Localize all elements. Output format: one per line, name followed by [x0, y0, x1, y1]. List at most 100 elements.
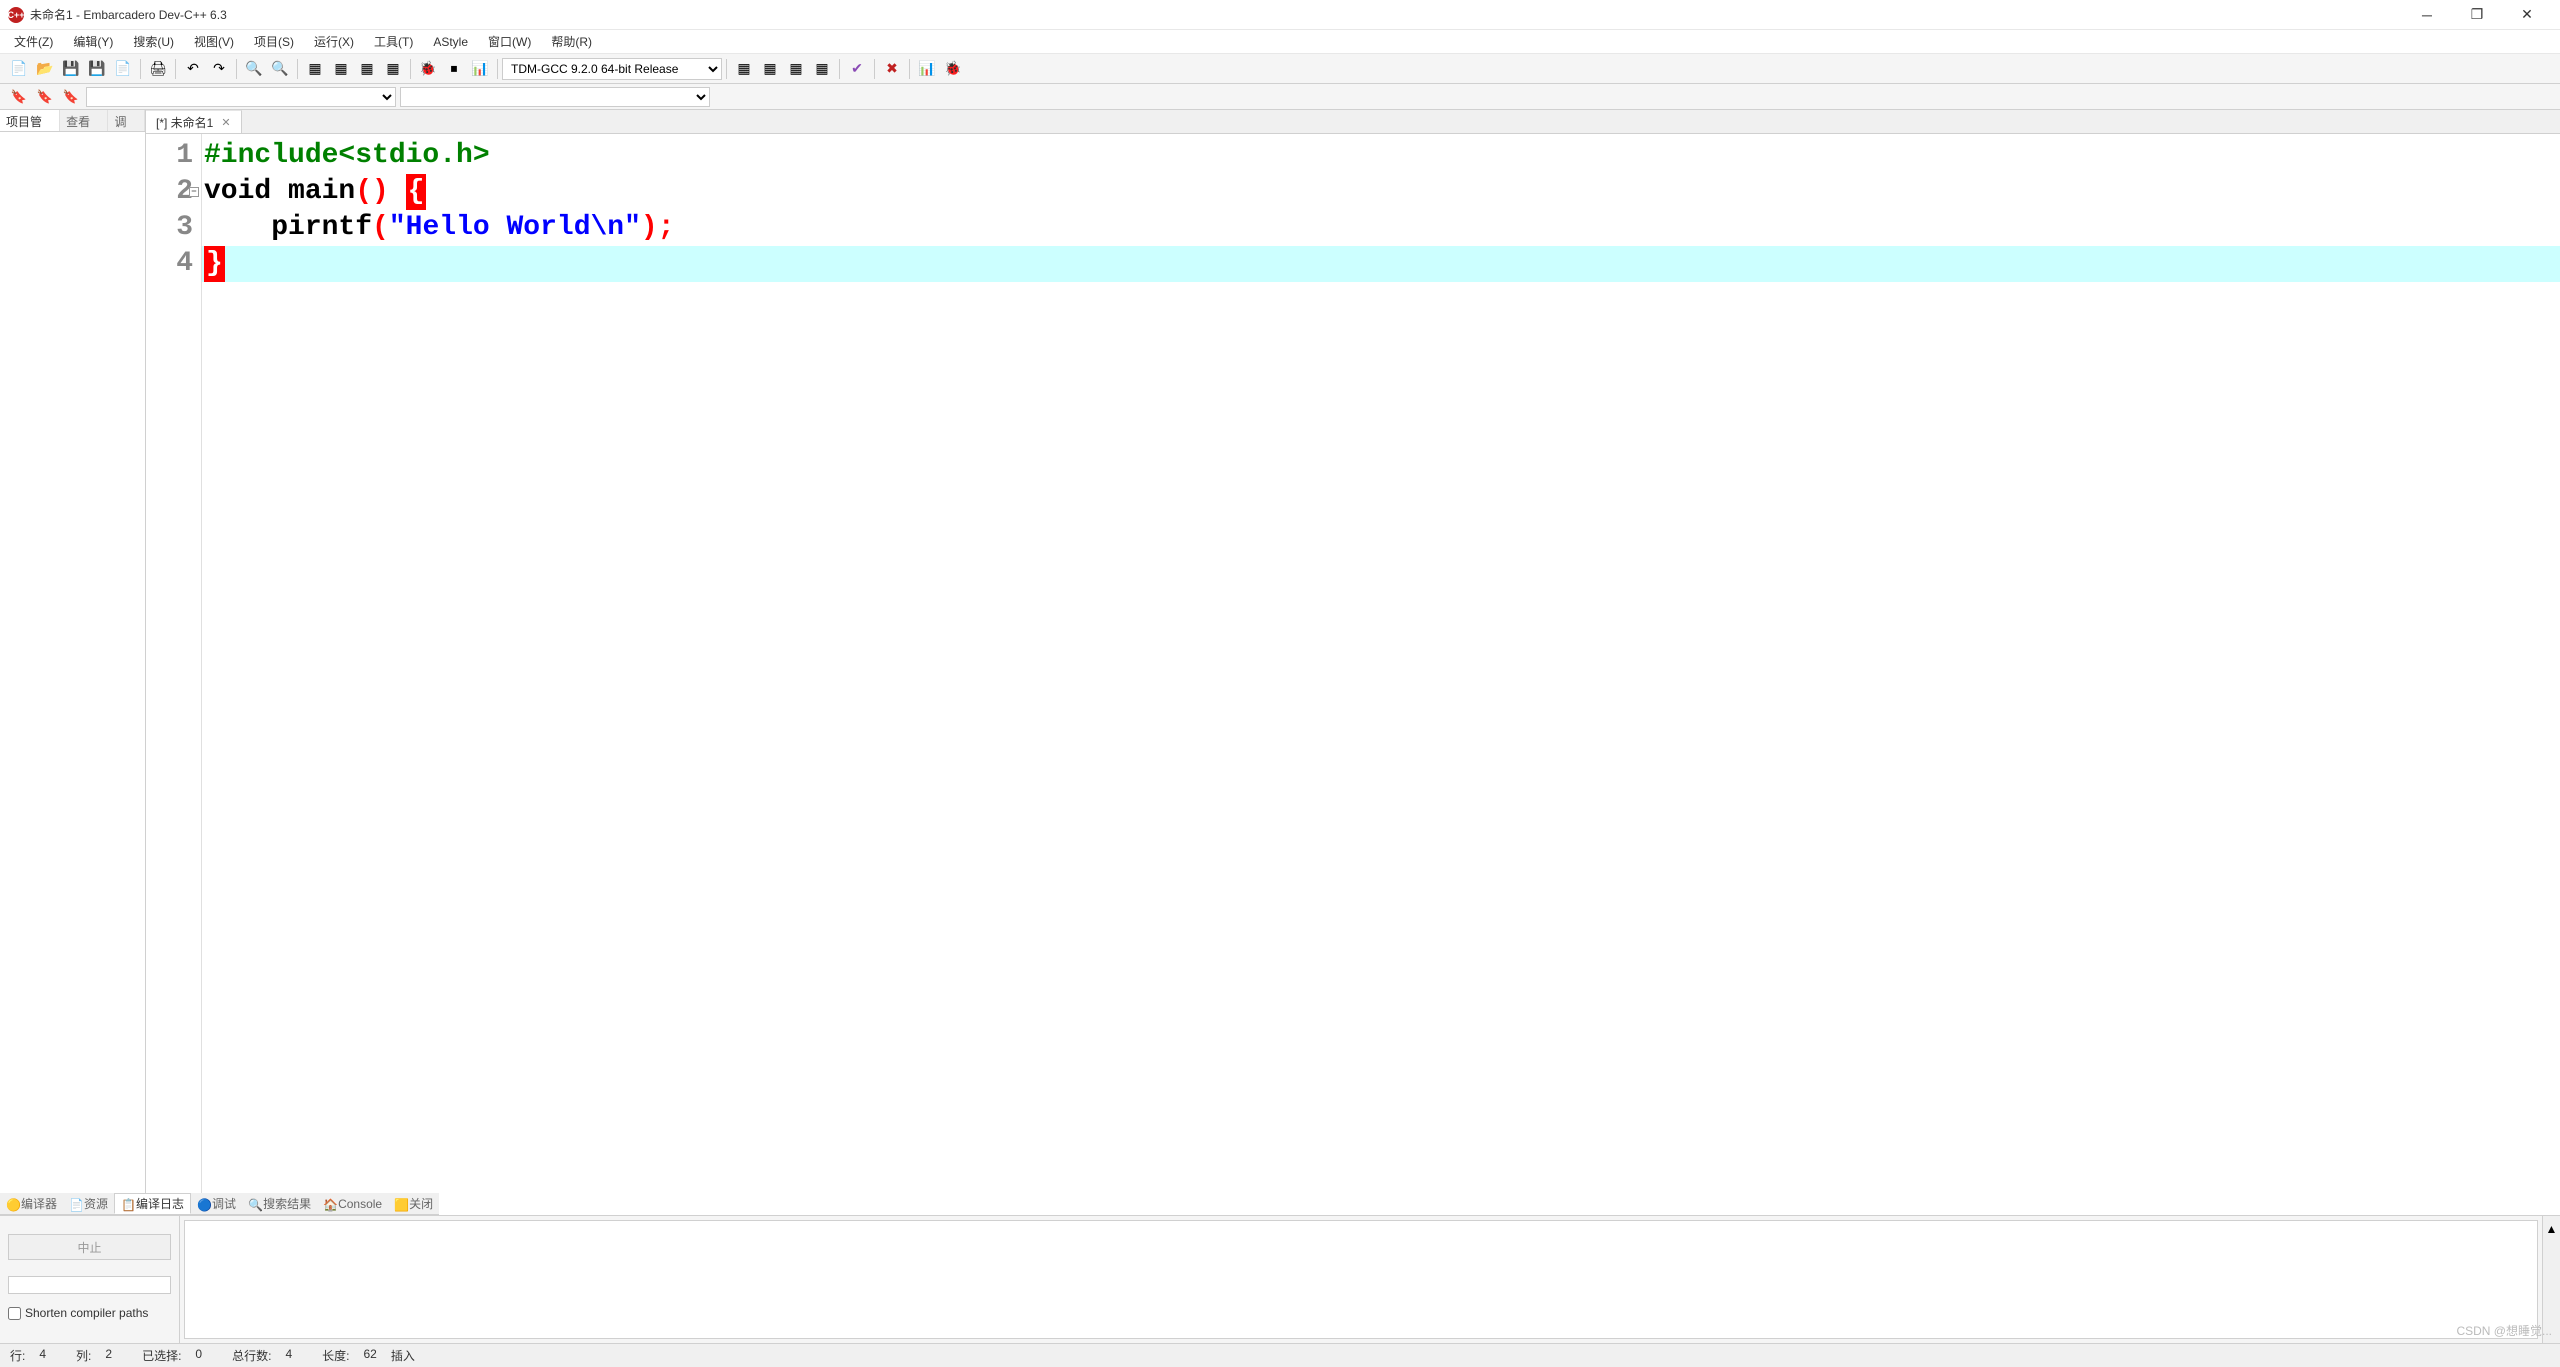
member-select[interactable] [400, 87, 710, 107]
menu-search[interactable]: 搜索(U) [123, 31, 184, 52]
x-icon[interactable]: ✖ [880, 57, 904, 81]
close-icon: 🟨 [394, 1198, 406, 1210]
separator [909, 59, 910, 79]
new-file-icon[interactable]: 📄 [7, 57, 31, 81]
separator [175, 59, 176, 79]
status-bar: 行:4 列:2 已选择:0 总行数:4 长度:62插入 [0, 1343, 2560, 1367]
code-content[interactable]: #include<stdio.h> void main() { pirntf("… [202, 134, 2560, 1215]
console-icon: 🏠 [323, 1198, 335, 1210]
minimize-button[interactable]: ─ [2412, 3, 2442, 27]
status-total-lines: 总行数:4 [232, 1347, 292, 1364]
resources-icon: 📄 [69, 1198, 81, 1210]
bottom-panel-tabs: 🟡编译器 📄资源 📋编译日志 🔵调试 🔍搜索结果 🏠Console 🟨关闭 [0, 1193, 439, 1215]
menu-help[interactable]: 帮助(R) [541, 31, 602, 52]
shorten-paths-checkbox[interactable] [8, 1307, 21, 1320]
editor-tab-file1[interactable]: [*] 未命名1 ✕ [146, 110, 242, 133]
close-button[interactable]: ✕ [2512, 3, 2542, 27]
tb-icon-4[interactable]: ▦ [810, 57, 834, 81]
tab-debug[interactable]: 调试 [108, 110, 145, 131]
tab-console[interactable]: 🏠Console [317, 1193, 388, 1214]
bug-icon[interactable]: 🐞 [941, 57, 965, 81]
tab-compiler[interactable]: 🟡编译器 [0, 1193, 63, 1214]
line-number: 4 [146, 246, 193, 282]
menu-tools[interactable]: 工具(T) [364, 31, 423, 52]
save-all-icon[interactable]: 💾 [85, 57, 109, 81]
menu-edit[interactable]: 编辑(Y) [63, 31, 123, 52]
status-length: 长度:62插入 [322, 1347, 415, 1364]
editor-tabs: [*] 未命名1 ✕ [146, 110, 2560, 134]
line-number: 3 [146, 210, 193, 246]
menu-view[interactable]: 视图(V) [184, 31, 244, 52]
tab-class-view[interactable]: 查看类 [60, 110, 108, 131]
close-icon[interactable]: 📄 [111, 57, 135, 81]
redo-icon[interactable]: ↷ [207, 57, 231, 81]
stop-icon[interactable]: ⏹ [442, 57, 466, 81]
rebuild-icon[interactable]: ▦ [381, 57, 405, 81]
separator [839, 59, 840, 79]
menu-run[interactable]: 运行(X) [304, 31, 364, 52]
status-col: 列:2 [76, 1347, 112, 1364]
shorten-paths-label: Shorten compiler paths [25, 1306, 148, 1320]
project-tree[interactable] [0, 132, 145, 1343]
tab-search-results[interactable]: 🔍搜索结果 [242, 1193, 317, 1214]
chart-icon[interactable]: 📊 [915, 57, 939, 81]
tb-icon-1[interactable]: ▦ [732, 57, 756, 81]
separator [297, 59, 298, 79]
abort-button[interactable]: 中止 [8, 1234, 171, 1260]
code-line[interactable]: #include<stdio.h> [202, 138, 2560, 174]
code-line[interactable]: pirntf("Hello World\n"); [202, 210, 2560, 246]
find-icon[interactable]: 🔍 [242, 57, 266, 81]
goto2-icon[interactable]: 🔖 [59, 86, 83, 108]
code-line-current[interactable]: } [202, 246, 2560, 282]
debug-icon: 🔵 [197, 1198, 209, 1210]
tab-compile-log[interactable]: 📋编译日志 [114, 1193, 191, 1214]
main-area: 项目管理 查看类 调试 [*] 未命名1 ✕ 1 2− 3 4 #include… [0, 110, 2560, 1343]
debug-icon[interactable]: 🐞 [416, 57, 440, 81]
tab-close[interactable]: 🟨关闭 [388, 1193, 439, 1214]
replace-icon[interactable]: 🔍 [268, 57, 292, 81]
fold-icon[interactable]: − [189, 187, 199, 197]
open-file-icon[interactable]: 📂 [33, 57, 57, 81]
maximize-button[interactable]: ❐ [2462, 3, 2492, 27]
separator [140, 59, 141, 79]
editor-tab-close-icon[interactable]: ✕ [221, 116, 230, 129]
separator [497, 59, 498, 79]
line-number: 2− [146, 174, 193, 210]
left-panel-tabs: 项目管理 查看类 调试 [0, 110, 145, 132]
secondary-toolbar: 🔖 🔖 🔖 [0, 84, 2560, 110]
check-icon[interactable]: ✔ [845, 57, 869, 81]
run-icon[interactable]: ▦ [329, 57, 353, 81]
tb-icon-2[interactable]: ▦ [758, 57, 782, 81]
goto-icon[interactable]: 🔖 [33, 86, 57, 108]
code-line[interactable]: void main() { [202, 174, 2560, 210]
print-icon[interactable]: 🖨 [146, 57, 170, 81]
class-select[interactable] [86, 87, 396, 107]
undo-icon[interactable]: ↶ [181, 57, 205, 81]
compile-log-area [180, 1216, 2542, 1343]
menu-window[interactable]: 窗口(W) [478, 31, 541, 52]
shorten-paths-row: Shorten compiler paths [0, 1302, 179, 1324]
separator [874, 59, 875, 79]
compile-log-output[interactable] [184, 1220, 2538, 1339]
tab-debug-bottom[interactable]: 🔵调试 [191, 1193, 242, 1214]
tb-icon-3[interactable]: ▦ [784, 57, 808, 81]
window-controls: ─ ❐ ✕ [2412, 3, 2552, 27]
compile-run-icon[interactable]: ▦ [355, 57, 379, 81]
bottom-panel: 中止 Shorten compiler paths ▲ [0, 1215, 2560, 1343]
separator [726, 59, 727, 79]
compiler-select[interactable]: TDM-GCC 9.2.0 64-bit Release [502, 58, 722, 80]
menu-file[interactable]: 文件(Z) [4, 31, 63, 52]
tab-project-manager[interactable]: 项目管理 [0, 110, 60, 131]
status-selection: 已选择:0 [142, 1347, 202, 1364]
compile-controls: 中止 Shorten compiler paths [0, 1216, 180, 1343]
main-toolbar: 📄 📂 💾 💾 📄 🖨 ↶ ↷ 🔍 🔍 ▦ ▦ ▦ ▦ 🐞 ⏹ 📊 TDM-GC… [0, 54, 2560, 84]
tab-resources[interactable]: 📄资源 [63, 1193, 114, 1214]
search-icon: 🔍 [248, 1198, 260, 1210]
menu-astyle[interactable]: AStyle [423, 33, 478, 51]
save-icon[interactable]: 💾 [59, 57, 83, 81]
compile-icon[interactable]: ▦ [303, 57, 327, 81]
profile-icon[interactable]: 📊 [468, 57, 492, 81]
menu-project[interactable]: 项目(S) [244, 31, 304, 52]
bookmark-icon[interactable]: 🔖 [7, 86, 31, 108]
code-editor[interactable]: 1 2− 3 4 #include<stdio.h> void main() {… [146, 134, 2560, 1215]
